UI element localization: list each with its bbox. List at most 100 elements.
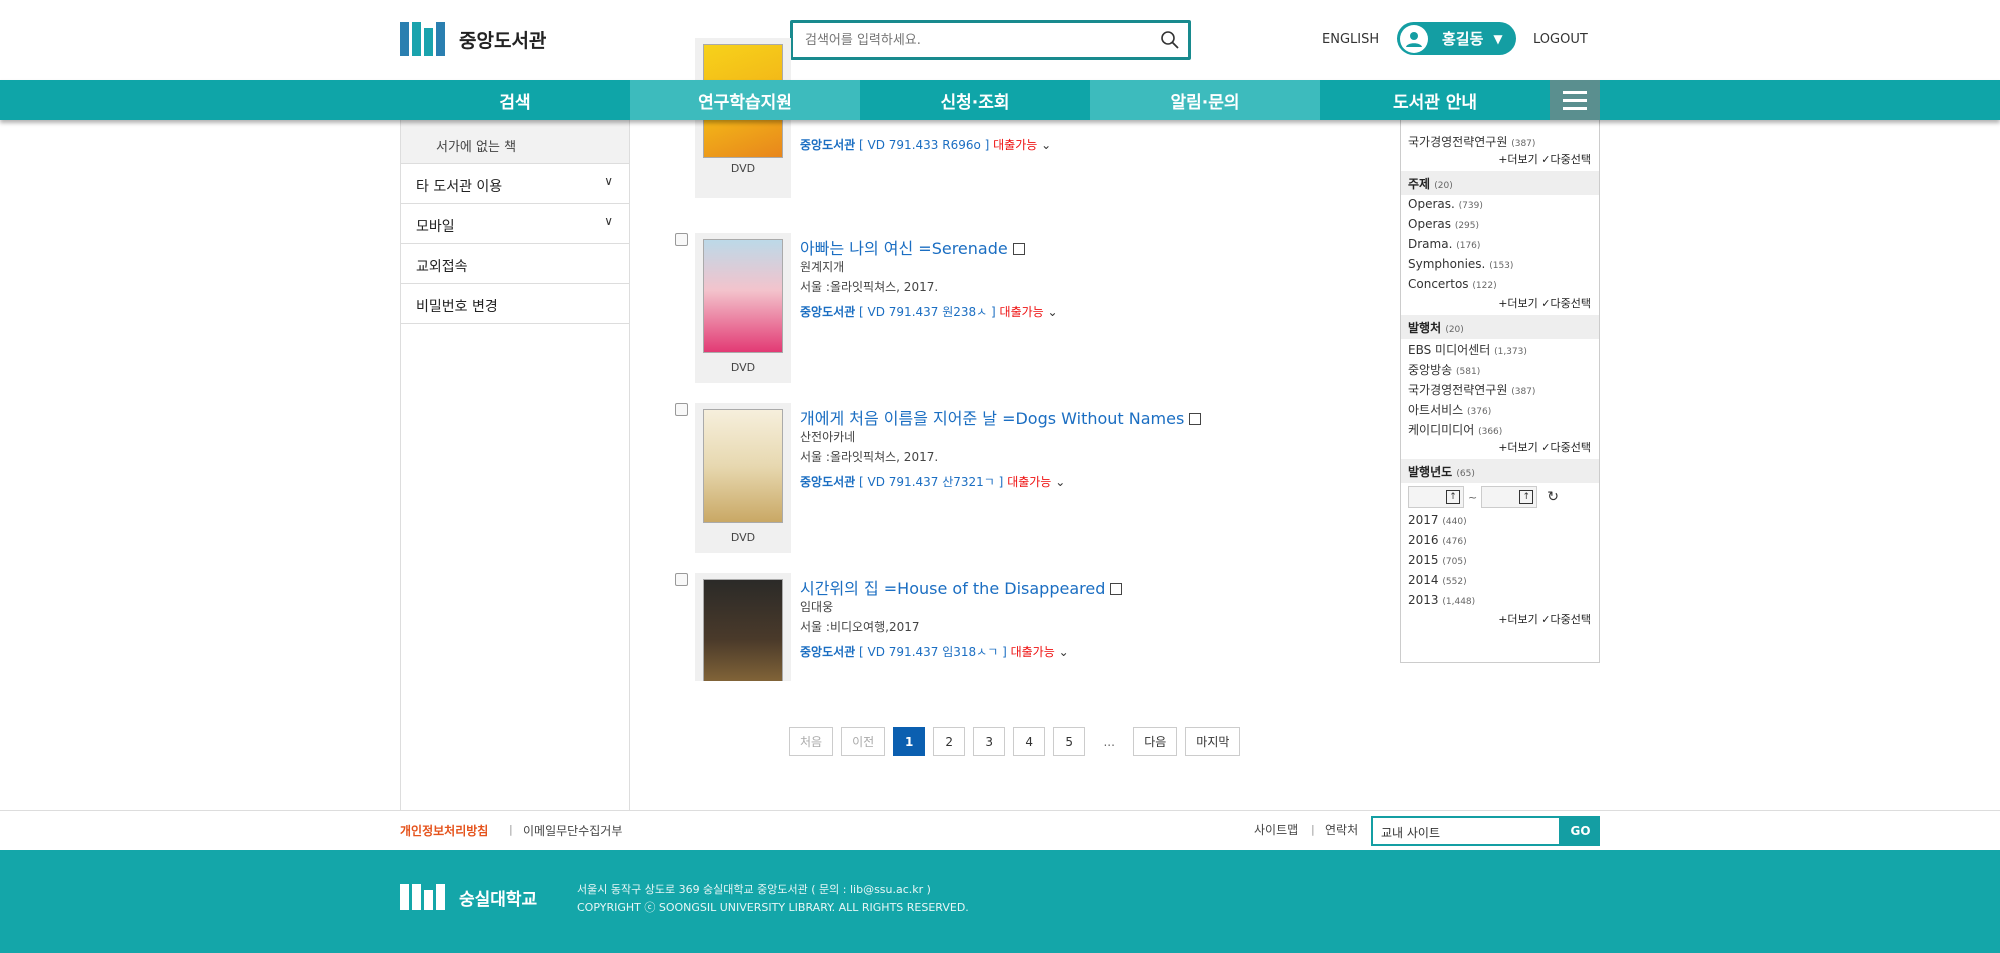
nav-search[interactable]: 검색 [400, 80, 630, 120]
availability-status[interactable]: 대출가능 [1000, 305, 1044, 319]
facet-item-count: (387) [1511, 387, 1536, 397]
year-from-input[interactable]: ↑ [1408, 486, 1464, 508]
facet-item[interactable]: 케이디미디어 (366) [1401, 419, 1599, 439]
facet-item[interactable]: 국가경영전략연구원 (387) [1401, 131, 1599, 151]
facet-item[interactable]: 2017 (440) [1401, 511, 1599, 531]
check-icon[interactable]: ✓ [1541, 613, 1550, 626]
prev-page-button[interactable]: 이전 [841, 727, 886, 756]
facet-item-count: (122) [1472, 281, 1497, 291]
chevron-down-icon[interactable]: ⌄ [1055, 475, 1065, 489]
chevron-down-icon[interactable]: ⌄ [1041, 138, 1051, 152]
check-icon[interactable]: ✓ [1541, 153, 1550, 166]
more-button[interactable]: 더보기 [1507, 441, 1537, 454]
page-button-1[interactable]: 1 [893, 727, 926, 756]
sidebar-item-remote-access[interactable]: 교외접속 [401, 244, 629, 284]
facet-item-label: Symphonies. [1408, 257, 1486, 271]
page-button-4[interactable]: 4 [1013, 727, 1046, 756]
facet-item[interactable]: Operas. (739) [1401, 195, 1599, 215]
facet-item[interactable]: EBS 미디어센터 (1,373) [1401, 339, 1599, 359]
facet-item[interactable]: Drama. (176) [1401, 235, 1599, 255]
nav-library-info[interactable]: 도서관 안내 [1320, 80, 1550, 120]
no-email-collection-link[interactable]: 이메일무단수집거부 [523, 822, 622, 839]
facet-item[interactable]: Concertos (122) [1401, 275, 1599, 295]
result-thumbnail[interactable]: DVD [695, 403, 791, 553]
refresh-icon[interactable]: ↻ [1547, 489, 1559, 505]
page-button-2[interactable]: 2 [933, 727, 966, 756]
facet-item[interactable]: Operas (295) [1401, 215, 1599, 235]
result-title-text[interactable]: 아빠는 나의 여신 =Serenade [800, 239, 1008, 258]
result-checkbox[interactable] [675, 233, 688, 246]
page-button-3[interactable]: 3 [973, 727, 1006, 756]
new-window-icon[interactable] [1110, 583, 1123, 595]
check-icon[interactable]: ✓ [1541, 297, 1550, 310]
result-title-text[interactable]: 시간위의 집 =House of the Disappeared [800, 579, 1105, 598]
range-separator: ~ [1468, 490, 1478, 504]
more-button[interactable]: 더보기 [1507, 297, 1537, 310]
facet-item[interactable]: 2014 (552) [1401, 571, 1599, 591]
sidebar-item-label: 모바일 [416, 219, 455, 235]
result-title[interactable]: 아빠는 나의 여신 =Serenade [800, 235, 1025, 259]
last-page-button[interactable]: 마지막 [1185, 727, 1241, 756]
result-thumbnail[interactable]: DVD [695, 233, 791, 383]
facet-item[interactable]: 2013 (1,448) [1401, 591, 1599, 611]
campus-site-select[interactable]: 교내 사이트 [1371, 816, 1561, 846]
sidebar-item-other-library[interactable]: 타 도서관 이용 ∨ [401, 164, 629, 204]
library-logo[interactable]: 중앙도서관 [400, 22, 546, 56]
new-window-icon[interactable] [1012, 243, 1025, 255]
nav-research-support[interactable]: 연구학습지원 [630, 80, 860, 120]
multi-select-button[interactable]: 다중선택 [1551, 153, 1591, 166]
chevron-down-icon[interactable]: ⌄ [1048, 305, 1058, 319]
chevron-down-icon[interactable]: ⌄ [1059, 645, 1069, 659]
more-button[interactable]: 더보기 [1507, 613, 1537, 626]
first-page-button[interactable]: 처음 [789, 727, 834, 756]
year-to-input[interactable]: ↑ [1481, 486, 1538, 508]
facet-item[interactable]: 국가경영전략연구원 (387) [1401, 379, 1599, 399]
availability-status[interactable]: 대출가능 [1011, 645, 1055, 659]
go-button[interactable]: GO [1561, 816, 1600, 846]
user-menu-button[interactable]: 홍길동 ▼ [1397, 22, 1516, 55]
facet-item[interactable]: 2016 (476) [1401, 531, 1599, 551]
facet-item[interactable]: 중앙방송 (581) [1401, 359, 1599, 379]
facet-item[interactable]: 아트서비스 (376) [1401, 399, 1599, 419]
result-checkbox[interactable] [675, 403, 688, 416]
sitemap-link[interactable]: 사이트맵 [1254, 821, 1298, 838]
calendar-icon[interactable]: ↑ [1519, 490, 1534, 504]
facet-item[interactable]: Symphonies. (153) [1401, 255, 1599, 275]
facet-item-count: (581) [1456, 367, 1481, 377]
result-title[interactable]: 시간위의 집 =House of the Disappeared [800, 575, 1123, 599]
check-icon[interactable]: ✓ [1541, 441, 1550, 454]
multi-select-button[interactable]: 다중선택 [1551, 613, 1591, 626]
logout-link[interactable]: LOGOUT [1533, 32, 1588, 47]
calendar-icon[interactable]: ↑ [1446, 490, 1460, 504]
facet-item-count: (552) [1442, 577, 1467, 587]
contact-link[interactable]: 연락처 [1325, 821, 1358, 838]
page-button-5[interactable]: 5 [1053, 727, 1086, 756]
multi-select-button[interactable]: 다중선택 [1551, 297, 1591, 310]
hamburger-menu-icon[interactable] [1550, 80, 1600, 120]
multi-select-button[interactable]: 다중선택 [1551, 441, 1591, 454]
availability-status[interactable]: 대출가능 [1007, 475, 1051, 489]
facet-item-count: (1,373) [1494, 347, 1527, 357]
sidebar-subitem-missing-book[interactable]: 서가에 없는 책 [401, 120, 629, 164]
next-page-button[interactable]: 다음 [1133, 727, 1178, 756]
sidebar-item-change-password[interactable]: 비밀번호 변경 [401, 284, 629, 324]
sidebar-item-mobile[interactable]: 모바일 ∨ [401, 204, 629, 244]
facet-item-label: Concertos [1408, 277, 1469, 291]
new-window-icon[interactable] [1189, 413, 1202, 425]
result-title[interactable]: 개에게 처음 이름을 지어준 날 =Dogs Without Names [800, 405, 1202, 429]
divider: | [509, 823, 513, 836]
facet-item[interactable]: 2015 (705) [1401, 551, 1599, 571]
privacy-policy-link[interactable]: 개인정보처리방침 [400, 822, 488, 839]
nav-request[interactable]: 신청·조회 [860, 80, 1090, 120]
result-thumbnail[interactable] [695, 573, 791, 681]
sidebar-item-label: 비밀번호 변경 [416, 299, 498, 315]
more-button[interactable]: 더보기 [1507, 153, 1537, 166]
result-checkbox[interactable] [675, 573, 688, 586]
availability-status[interactable]: 대출가능 [993, 138, 1037, 152]
result-title-text[interactable]: 개에게 처음 이름을 지어준 날 =Dogs Without Names [800, 409, 1184, 428]
nav-notice[interactable]: 알림·문의 [1090, 80, 1320, 120]
facet-item-label: 2014 [1408, 573, 1439, 587]
university-name: 숭실대학교 [459, 889, 538, 910]
sidebar-item-label: 교외접속 [416, 259, 468, 275]
divider: | [1311, 823, 1315, 836]
